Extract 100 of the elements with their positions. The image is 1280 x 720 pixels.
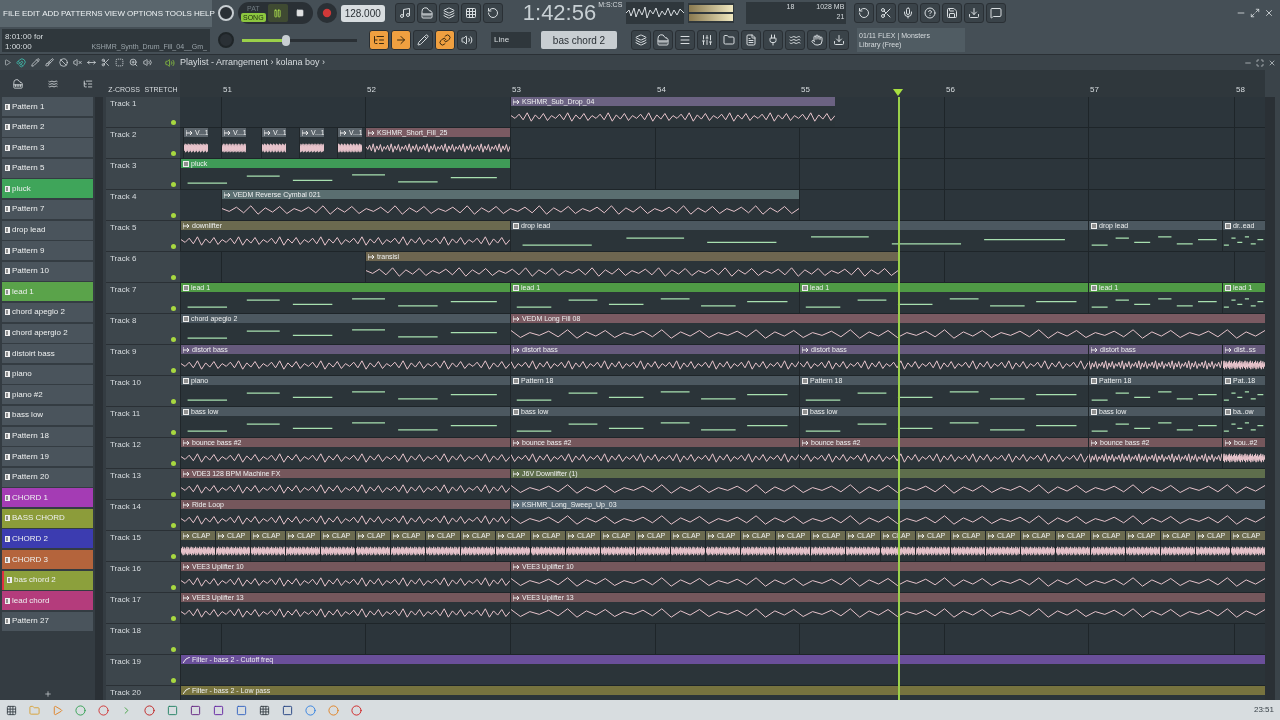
pattern-icon bbox=[5, 535, 10, 542]
download-icon[interactable] bbox=[829, 30, 849, 51]
record-button[interactable] bbox=[316, 3, 337, 24]
pattern-item[interactable]: lead chord bbox=[2, 591, 93, 611]
menu-item[interactable]: EDIT bbox=[21, 7, 41, 20]
mute-led-icon[interactable] bbox=[171, 275, 176, 280]
pattern-item[interactable]: chord apergio 2 bbox=[2, 323, 93, 343]
mute-led-icon[interactable] bbox=[171, 244, 176, 249]
pattern-item[interactable]: bass low bbox=[2, 405, 93, 425]
document-icon[interactable] bbox=[741, 30, 761, 51]
mute-icon[interactable] bbox=[73, 58, 82, 67]
pattern-item[interactable]: drop lead bbox=[2, 220, 93, 240]
pattern-item[interactable]: distoirt bass bbox=[2, 344, 93, 364]
magnet-icon[interactable] bbox=[16, 57, 26, 68]
chat-icon[interactable] bbox=[986, 3, 1007, 24]
menu-item[interactable]: ADD bbox=[42, 7, 60, 20]
pattern-item[interactable]: Pattern 3 bbox=[2, 138, 93, 158]
pattern-item[interactable]: Pattern 9 bbox=[2, 241, 93, 261]
arrangement-grid[interactable] bbox=[180, 97, 1265, 700]
pattern-item[interactable]: Pattern 18 bbox=[2, 426, 93, 446]
pattern-item[interactable]: CHORD 3 bbox=[2, 550, 93, 570]
mute-led-icon[interactable] bbox=[171, 616, 176, 621]
app-icon[interactable] bbox=[190, 704, 201, 716]
audio-clip-icon bbox=[988, 532, 995, 539]
audio-clip-icon bbox=[183, 439, 190, 446]
bar-number: 51 bbox=[223, 84, 232, 96]
app-icon[interactable] bbox=[167, 704, 178, 716]
undo-icon[interactable] bbox=[854, 3, 875, 24]
mute-led-icon[interactable] bbox=[171, 585, 176, 590]
slider-handle[interactable] bbox=[281, 34, 290, 46]
pattern-item[interactable]: Pattern 7 bbox=[2, 199, 93, 219]
mute-led-icon[interactable] bbox=[171, 523, 176, 528]
delete-icon[interactable] bbox=[59, 58, 68, 67]
pattern-icon bbox=[5, 103, 10, 110]
close-icon[interactable] bbox=[1264, 8, 1274, 19]
select-icon[interactable] bbox=[115, 58, 124, 67]
mixer-icon[interactable] bbox=[697, 30, 717, 51]
app-icon[interactable] bbox=[144, 704, 155, 716]
mute-led-icon[interactable] bbox=[171, 647, 176, 652]
app-icon[interactable] bbox=[236, 704, 247, 716]
pattern-selector[interactable]: bas chord 2 bbox=[541, 31, 617, 50]
menu-item[interactable]: TOOLS bbox=[165, 7, 192, 20]
pencil-icon[interactable] bbox=[413, 30, 433, 51]
snap-selector[interactable]: Line bbox=[491, 32, 531, 49]
audio-clip-icon bbox=[183, 532, 190, 539]
pattern-item[interactable]: Pattern 27 bbox=[2, 611, 93, 631]
pattern-item[interactable]: Pattern 5 bbox=[2, 158, 93, 178]
scrollbar[interactable] bbox=[1265, 97, 1275, 700]
pattern-item[interactable]: piano #2 bbox=[2, 385, 93, 405]
add-icon[interactable] bbox=[43, 690, 52, 698]
mute-led-icon[interactable] bbox=[171, 492, 176, 497]
pattern-item[interactable]: CHORD 2 bbox=[2, 529, 93, 549]
plug-icon[interactable] bbox=[763, 30, 783, 51]
mute-led-icon[interactable] bbox=[171, 554, 176, 559]
pattern-item[interactable]: Pattern 10 bbox=[2, 261, 93, 281]
mute-led-icon[interactable] bbox=[171, 399, 176, 404]
maximize-icon[interactable] bbox=[1250, 8, 1260, 19]
export-icon[interactable] bbox=[964, 3, 985, 24]
app-icon[interactable] bbox=[282, 704, 293, 716]
pattern-item[interactable]: chord apegio 2 bbox=[2, 302, 93, 322]
pattern-item[interactable]: Pattern 19 bbox=[2, 447, 93, 467]
scrollbar[interactable] bbox=[95, 97, 103, 700]
scissors-icon[interactable] bbox=[876, 3, 897, 24]
link-icon[interactable] bbox=[435, 30, 455, 51]
app-icon[interactable] bbox=[213, 704, 224, 716]
menu-item[interactable]: FILE bbox=[3, 7, 20, 20]
menu-arrow-icon[interactable] bbox=[4, 59, 11, 66]
audio-clip-icon bbox=[368, 129, 375, 136]
mute-led-icon[interactable] bbox=[171, 368, 176, 373]
pattern-item[interactable]: Pattern 2 bbox=[2, 117, 93, 137]
pattern-icon bbox=[1091, 222, 1097, 229]
menu-item[interactable]: PATTERNS bbox=[61, 7, 103, 20]
zoom-icon[interactable] bbox=[129, 58, 138, 67]
mute-led-icon[interactable] bbox=[171, 430, 176, 435]
save-icon[interactable] bbox=[942, 3, 963, 24]
menu-item[interactable]: VIEW bbox=[104, 7, 125, 20]
mute-led-icon[interactable] bbox=[171, 306, 176, 311]
play-button[interactable] bbox=[267, 4, 288, 23]
mute-led-icon[interactable] bbox=[171, 182, 176, 187]
pattern-item[interactable]: Pattern 20 bbox=[2, 467, 93, 487]
menu-item[interactable]: OPTIONS bbox=[126, 7, 163, 20]
mute-led-icon[interactable] bbox=[171, 151, 176, 156]
maximize-icon[interactable] bbox=[1256, 58, 1264, 67]
microphone-icon[interactable] bbox=[898, 3, 919, 24]
close-icon[interactable] bbox=[1268, 58, 1276, 67]
mute-led-icon[interactable] bbox=[171, 120, 176, 125]
tempo-field[interactable]: 128.000 bbox=[340, 4, 385, 22]
brush-icon[interactable] bbox=[45, 58, 54, 67]
automation-icon bbox=[183, 656, 190, 663]
menu-item[interactable]: HELP bbox=[193, 7, 215, 20]
help-icon[interactable] bbox=[920, 3, 941, 24]
pattern-item[interactable]: piano bbox=[2, 364, 93, 384]
master-meter bbox=[688, 3, 735, 24]
pattern-item[interactable]: CHORD 1 bbox=[2, 488, 93, 508]
pattern-item[interactable]: Pattern 1 bbox=[2, 97, 93, 116]
mute-led-icon[interactable] bbox=[171, 678, 176, 683]
mute-led-icon[interactable] bbox=[171, 213, 176, 218]
mute-led-icon[interactable] bbox=[171, 337, 176, 342]
mute-led-icon[interactable] bbox=[171, 461, 176, 466]
hand-icon[interactable] bbox=[807, 30, 827, 51]
